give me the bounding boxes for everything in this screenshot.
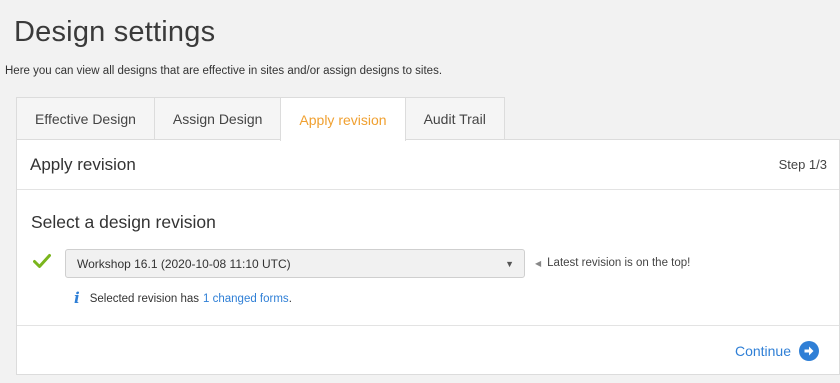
continue-label: Continue	[734, 342, 791, 359]
panel-title: Apply revision	[30, 154, 136, 174]
tab-assign-design[interactable]: Assign Design	[153, 97, 282, 140]
revision-select[interactable]: Workshop 16.1 (2020-10-08 11:10 UTC) ▼	[65, 249, 525, 278]
info-icon: i	[74, 289, 80, 307]
continue-button[interactable]: Continue	[734, 340, 819, 361]
arrow-right-circle-icon	[799, 340, 819, 361]
check-icon	[33, 253, 51, 274]
changed-forms-link[interactable]: 1 changed forms	[203, 293, 289, 305]
revision-hint: ◀ Latest revision is on the top!	[535, 257, 690, 269]
tab-apply-revision[interactable]: Apply revision	[280, 97, 406, 141]
caret-left-icon: ◀	[535, 258, 542, 268]
tab-effective-design[interactable]: Effective Design	[16, 97, 155, 140]
revision-select-value: Workshop 16.1 (2020-10-08 11:10 UTC)	[77, 256, 291, 271]
apply-revision-panel: Apply revision Step 1/3 Select a design …	[16, 139, 840, 375]
changed-forms-info: i Selected revision has 1 changed forms …	[74, 291, 292, 306]
page-title: Design settings	[14, 16, 216, 48]
tab-audit-trail[interactable]: Audit Trail	[404, 97, 505, 140]
panel-header: Apply revision Step 1/3	[17, 140, 839, 190]
page-subtitle: Here you can view all designs that are e…	[5, 65, 443, 77]
dropdown-caret-icon: ▼	[505, 258, 514, 269]
tab-bar: Effective Design Assign Design Apply rev…	[16, 97, 505, 141]
section-title: Select a design revision	[31, 212, 216, 232]
info-text: Selected revision has	[89, 292, 200, 305]
revision-hint-text: Latest revision is on the top!	[547, 257, 691, 269]
info-text-suffix: .	[288, 292, 292, 305]
panel-footer: Continue	[17, 325, 839, 375]
step-indicator: Step 1/3	[778, 157, 827, 172]
